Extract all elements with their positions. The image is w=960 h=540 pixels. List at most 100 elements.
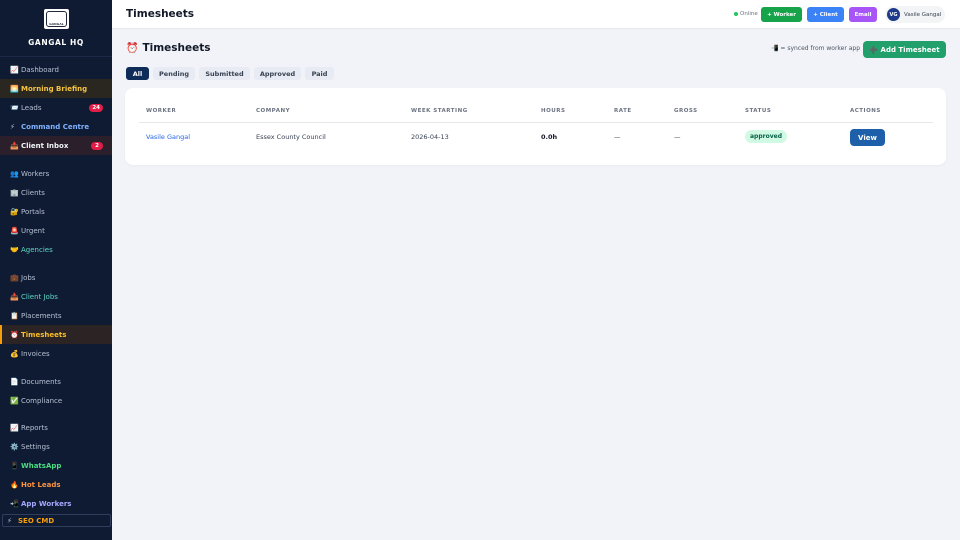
sidebar-item-label: WhatsApp [21,461,62,470]
sidebar-item-label: Reports [21,423,48,432]
user-menu[interactable]: VG Vasile Gangal [885,6,945,23]
sidebar-item-workers[interactable]: 👥 Workers [0,164,112,183]
sunrise-icon: 🌅 [10,84,19,93]
sidebar-item-jobs[interactable]: 💼 Jobs [0,268,112,287]
alarm-clock-icon: ⏰ [10,330,19,339]
logo-mark: GANGAL [46,11,67,27]
column-header-company: COMPANY [256,108,291,114]
sidebar-item-reports[interactable]: 📈 Reports [0,418,112,437]
sidebar-item-urgent[interactable]: 🚨 Urgent [0,221,112,240]
page-header-title: Timesheets [126,8,195,20]
alarm-clock-icon: ⏰ [126,42,139,54]
sidebar-item-label: Invoices [21,349,50,358]
sidebar-item-label: Leads [21,103,42,112]
inbox-icon: 📥 [10,141,19,150]
topbar: Timesheets Online + Worker + Client Emai… [112,0,960,29]
logo[interactable]: GANGAL [44,9,69,29]
sidebar-item-portals[interactable]: 🔐 Portals [0,202,112,221]
page-title: ⏰ Timesheets [126,42,211,54]
sidebar-item-hot-leads[interactable]: 🔥 Hot Leads [0,475,112,494]
sidebar-item-app-workers[interactable]: 📲 App Workers [0,494,112,513]
tab-paid[interactable]: Paid [305,67,334,80]
tab-approved[interactable]: Approved [254,67,301,80]
sidebar-item-command-centre[interactable]: ⚡ Command Centre [0,117,112,136]
sidebar-item-agencies[interactable]: 🤝 Agencies [0,240,112,259]
sidebar-item-label: Timesheets [21,330,67,339]
sidebar-item-label: Client Jobs [21,292,58,301]
add-worker-button[interactable]: + Worker [761,7,802,22]
siren-icon: 🚨 [10,226,19,235]
online-status: Online [734,11,758,17]
sync-note: 📲 = synced from worker app [771,45,861,52]
office-icon: 🏢 [10,188,19,197]
column-header-week-starting: WEEK STARTING [411,108,468,114]
chart-icon: 📈 [10,65,19,74]
sidebar-item-label: Workers [21,169,50,178]
chart-icon: 📈 [10,423,19,432]
user-name: Vasile Gangal [904,11,942,18]
sidebar-item-label: SEO CMD [18,516,55,525]
sidebar-item-dashboard[interactable]: 📈 Dashboard [0,60,112,79]
check-icon: ✅ [10,396,19,405]
sidebar-item-leads[interactable]: 📨 Leads 24 [0,98,112,117]
inbox-icon: 📥 [10,292,19,301]
lightning-icon: ⚡ [10,122,15,131]
fire-icon: 🔥 [10,480,19,489]
sidebar-item-documents[interactable]: 📄 Documents [0,372,112,391]
divider [0,56,112,57]
sidebar-item-timesheets[interactable]: ⏰ Timesheets [0,325,112,344]
page-title-text: Timesheets [142,42,211,54]
sidebar-item-client-inbox[interactable]: 📥 Client Inbox 2 [0,136,112,155]
view-button[interactable]: View [850,129,885,146]
sidebar-item-label: Compliance [21,396,63,405]
gear-icon: ⚙️ [10,442,19,451]
people-icon: 👥 [10,169,19,178]
sidebar-item-settings[interactable]: ⚙️ Settings [0,437,112,456]
week-starting-cell: 2026-04-13 [411,133,449,141]
column-header-worker: WORKER [146,108,177,114]
hours-cell: 0.0h [541,133,558,141]
sidebar-item-label: Jobs [21,273,36,282]
sidebar-item-label: Settings [21,442,50,451]
briefcase-icon: 💼 [10,273,19,282]
add-timesheet-button[interactable]: ➕ Add Timesheet [863,41,946,58]
tab-pending[interactable]: Pending [153,67,195,80]
column-header-gross: GROSS [674,108,698,114]
sidebar-item-label: Hot Leads [21,480,61,489]
sidebar-item-label: Agencies [21,245,53,254]
table-header-divider [139,122,933,123]
gross-cell: — [674,133,681,141]
sidebar-item-label: Clients [21,188,45,197]
sidebar-item-label: Urgent [21,226,45,235]
sidebar-item-whatsapp[interactable]: 📱 WhatsApp [0,456,112,475]
handshake-icon: 🤝 [10,245,19,254]
tab-all[interactable]: All [126,67,149,80]
lock-icon: 🔐 [10,207,19,216]
column-header-rate: RATE [614,108,632,114]
sidebar-item-morning-briefing[interactable]: 🌅 Morning Briefing [0,79,112,98]
sidebar-item-placements[interactable]: 📋 Placements [0,306,112,325]
avatar: VG [887,8,900,21]
tab-submitted[interactable]: Submitted [199,67,250,80]
worker-link[interactable]: Vasile Gangal [146,133,190,141]
add-client-button[interactable]: + Client [807,7,844,22]
timesheets-table-card [125,88,946,165]
sidebar-item-clients[interactable]: 🏢 Clients [0,183,112,202]
brand-name: GANGAL HQ [28,38,84,47]
sidebar-item-invoices[interactable]: 💰 Invoices [0,344,112,363]
lightning-icon: ⚡ [7,516,12,525]
mobile-arrow-icon: 📲 [10,499,19,508]
document-icon: 📄 [10,377,19,386]
sidebar-item-seo-cmd[interactable]: ⚡ SEO CMD [2,514,111,527]
clipboard-icon: 📋 [10,311,19,320]
sidebar-item-label: Documents [21,377,61,386]
phone-icon: 📱 [10,461,19,470]
column-header-actions: ACTIONS [850,108,881,114]
sidebar-item-client-jobs[interactable]: 📥 Client Jobs [0,287,112,306]
column-header-status: STATUS [745,108,772,114]
sidebar-item-compliance[interactable]: ✅ Compliance [0,391,112,410]
leads-count-badge: 24 [89,103,103,112]
online-dot-icon [734,12,738,16]
sidebar-item-label: Client Inbox [21,141,69,150]
email-button[interactable]: Email [849,7,877,22]
